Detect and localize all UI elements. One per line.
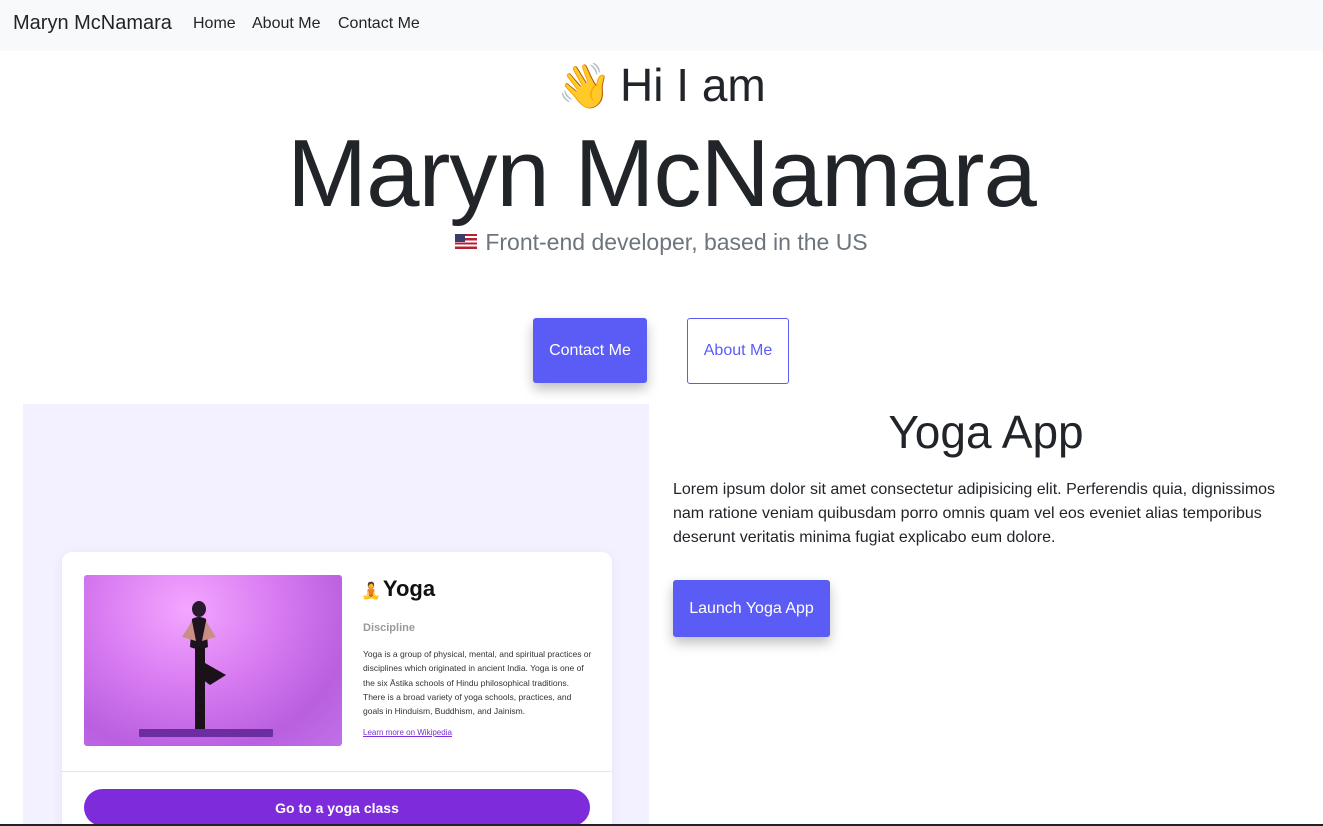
hero-subtitle: Front-end developer, based in the US [0,229,1323,256]
preview-description: Yoga is a group of physical, mental, and… [363,649,592,717]
card-divider [62,771,612,772]
preview-label: Discipline [363,622,415,634]
yoga-mat [139,729,273,737]
waving-hand-icon: 👋 [557,62,613,111]
project-title: Yoga App [888,406,1084,458]
nav-home-link[interactable]: Home [193,15,236,33]
meditation-icon: 🧘 [361,583,381,600]
about-me-button[interactable]: About Me [687,318,789,384]
greeting: 👋 Hi I am [0,58,1323,112]
navbar: Maryn McNamara Home About Me Contact Me [0,0,1323,51]
nav-about-link[interactable]: About Me [252,15,320,33]
yoga-class-button[interactable]: Go to a yoga class [84,789,590,826]
wikipedia-link[interactable]: Learn more on Wikipedia [363,728,452,737]
yoga-app-preview: 🧘Yoga Discipline Yoga is a group of phys… [23,404,649,826]
hero-name: Maryn McNamara [287,120,1037,227]
nav-contact-link[interactable]: Contact Me [338,15,420,33]
launch-yoga-app-button[interactable]: Launch Yoga App [673,580,830,637]
preview-title-text: Yoga [382,576,436,601]
yoga-figure-illustration [182,601,226,734]
us-flag-icon [455,234,478,249]
contact-me-button[interactable]: Contact Me [533,318,647,383]
subtitle-text: Front-end developer, based in the US [485,229,868,255]
greeting-text: Hi I am [620,59,766,111]
project-description: Lorem ipsum dolor sit amet consectetur a… [673,481,1276,546]
yoga-pose-image [84,575,342,746]
preview-card: 🧘Yoga Discipline Yoga is a group of phys… [62,552,612,826]
preview-title: 🧘Yoga [361,576,435,602]
brand-link[interactable]: Maryn McNamara [13,12,172,35]
